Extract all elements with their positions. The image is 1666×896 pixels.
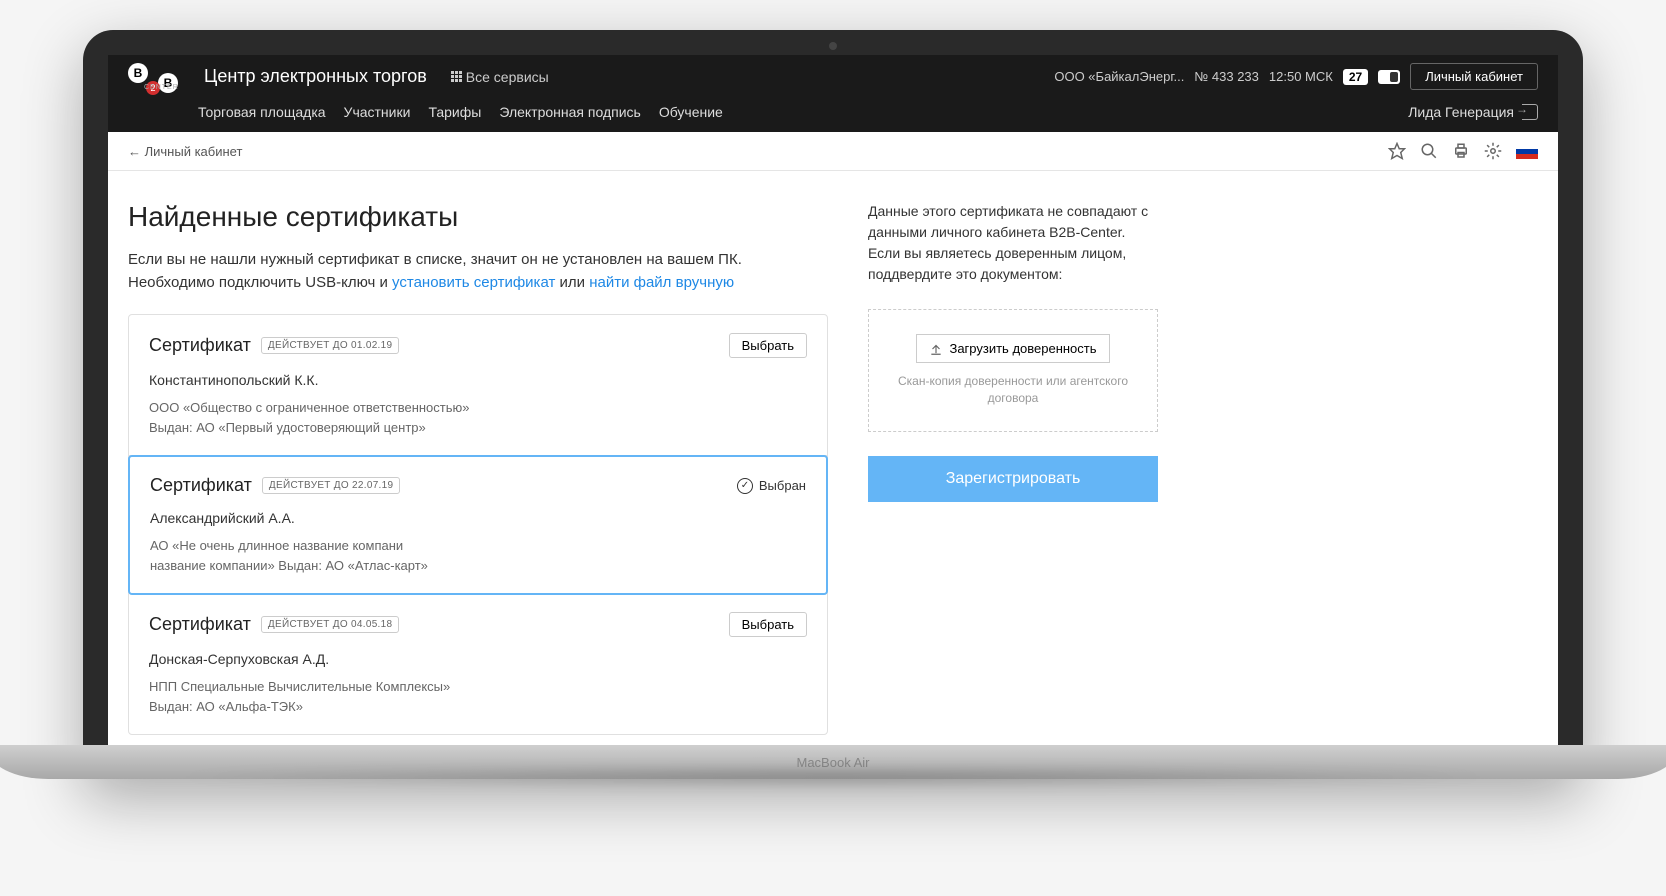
page-title: Найденные сертификаты (128, 201, 828, 233)
company-name[interactable]: ООО «БайкалЭнерг... (1054, 69, 1184, 84)
cert-title: Сертификат (150, 475, 252, 496)
nav-item-participants[interactable]: Участники (344, 104, 411, 120)
toolbar: ← Личный кабинет (108, 132, 1558, 171)
nav-item-signature[interactable]: Электронная подпись (499, 104, 640, 120)
cert-person: Константинопольский К.К. (149, 372, 807, 388)
certificate-card[interactable]: Сертификат ДЕЙСТВУЕТ ДО 01.02.19 Выбрать… (129, 315, 827, 456)
certificate-card[interactable]: Сертификат ДЕЙСТВУЕТ ДО 04.05.18 Выбрать… (129, 594, 827, 734)
logo-letter: B (128, 63, 148, 83)
breadcrumb[interactable]: ← Личный кабинет (128, 144, 242, 159)
check-icon: ✓ (737, 478, 753, 494)
laptop-frame: MacBook Air (0, 745, 1666, 779)
cert-person: Александрийский А.А. (150, 510, 806, 526)
time-label: 12:50 МСК (1269, 69, 1333, 84)
main-nav: Торговая площадка Участники Тарифы Элект… (108, 98, 1558, 132)
cert-details: ООО «Общество с ограниченное ответственн… (149, 398, 807, 437)
toggle-icon[interactable] (1378, 70, 1400, 84)
cert-details: АО «Не очень длинное название компани на… (150, 536, 806, 575)
selected-indicator: ✓ Выбран (737, 478, 806, 494)
nav-item-training[interactable]: Обучение (659, 104, 723, 120)
register-button[interactable]: Зарегистрировать (868, 456, 1158, 502)
cert-person: Донская-Серпуховская А.Д. (149, 651, 807, 667)
app-header: B B 2 CENTER Центр электронных торгов Вс… (108, 55, 1558, 132)
certificate-card-selected[interactable]: Сертификат ДЕЙСТВУЕТ ДО 22.07.19 ✓ Выбра… (128, 455, 828, 595)
logout-icon[interactable] (1522, 104, 1538, 120)
upload-hint: Скан-копия доверенности или агентского д… (885, 373, 1141, 407)
cert-validity-badge: ДЕЙСТВУЕТ ДО 01.02.19 (261, 337, 399, 354)
select-button[interactable]: Выбрать (729, 612, 807, 637)
cabinet-button[interactable]: Личный кабинет (1410, 63, 1538, 90)
cert-title: Сертификат (149, 614, 251, 635)
intro-text: Если вы не нашли нужный сертификат в спи… (128, 249, 828, 294)
upload-icon (929, 342, 943, 356)
nav-item-trading[interactable]: Торговая площадка (198, 104, 326, 120)
search-icon[interactable] (1420, 142, 1438, 160)
select-button[interactable]: Выбрать (729, 333, 807, 358)
account-number: № 433 233 (1194, 69, 1259, 84)
cert-validity-badge: ДЕЙСТВУЕТ ДО 04.05.18 (261, 616, 399, 633)
all-services-link[interactable]: Все сервисы (451, 69, 549, 85)
logo-subtext: CENTER (144, 84, 179, 91)
cert-title: Сертификат (149, 335, 251, 356)
upload-button[interactable]: Загрузить доверенность (916, 334, 1109, 363)
grid-icon (451, 71, 462, 82)
warning-text: Данные этого сертификата не совпадают с … (868, 201, 1158, 285)
find-file-link[interactable]: найти файл вручную (589, 274, 734, 291)
install-cert-link[interactable]: установить сертификат (392, 274, 555, 291)
upload-dropzone[interactable]: Загрузить доверенность Скан-копия довере… (868, 309, 1158, 432)
gear-icon[interactable] (1484, 142, 1502, 160)
flag-ru-icon[interactable] (1516, 144, 1538, 159)
cert-validity-badge: ДЕЙСТВУЕТ ДО 22.07.19 (262, 477, 400, 494)
nav-item-tariffs[interactable]: Тарифы (428, 104, 481, 120)
app-title: Центр электронных торгов (204, 66, 427, 87)
print-icon[interactable] (1452, 142, 1470, 160)
user-name[interactable]: Лида Генерация (1408, 104, 1514, 120)
cert-details: НПП Специальные Вычислительные Комплексы… (149, 677, 807, 716)
star-icon[interactable] (1388, 142, 1406, 160)
certificate-list: Сертификат ДЕЙСТВУЕТ ДО 01.02.19 Выбрать… (128, 314, 828, 735)
counter-badge[interactable]: 27 (1343, 69, 1368, 85)
